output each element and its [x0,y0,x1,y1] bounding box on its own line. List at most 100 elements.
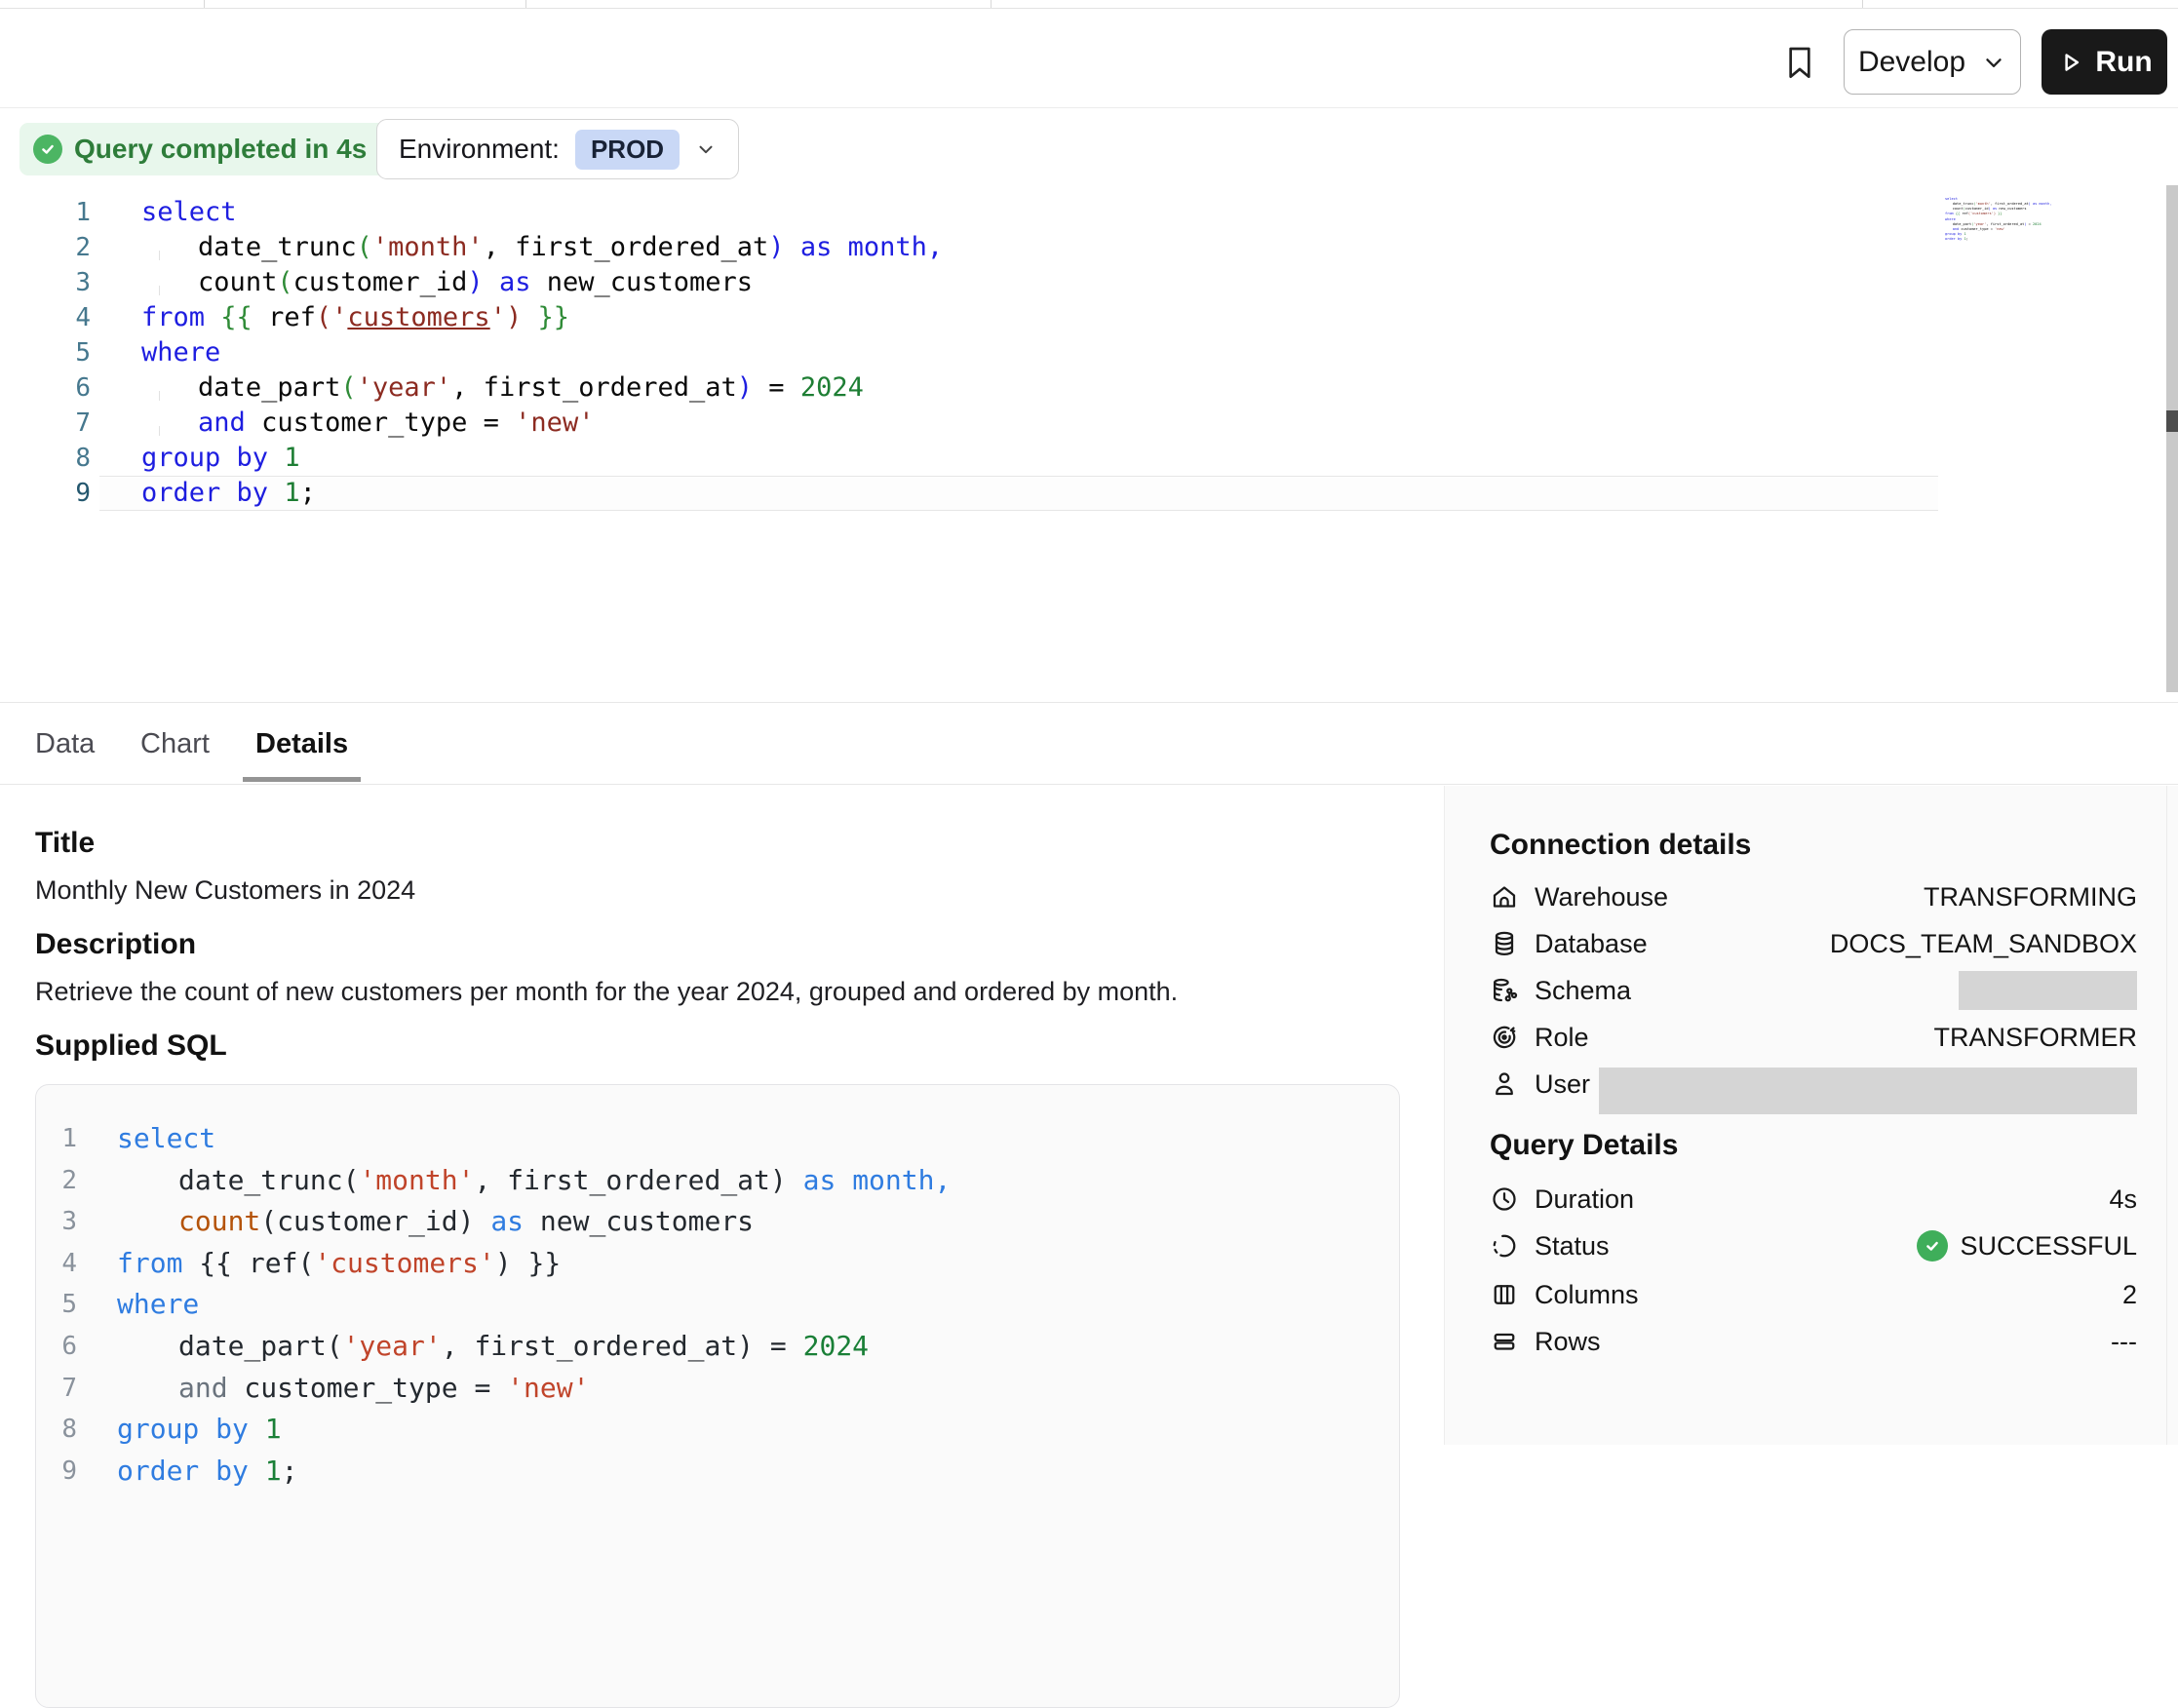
detail-row-duration: Duration 4s [1490,1176,2137,1223]
detail-row-rows: Rows--- [1490,1318,2137,1365]
chevron-down-icon [695,138,717,160]
detail-label: User [1535,1069,1590,1100]
code-line-9: 9order by 1; [36,1451,1399,1493]
detail-value: 4s [2109,1184,2137,1215]
chevron-down-icon [1981,50,2006,75]
environment-value-chip: PROD [575,130,680,170]
line-number: 9 [0,476,91,511]
line-number: 5 [36,1284,77,1326]
schema-icon [1490,976,1519,1005]
detail-value: 2 [2122,1280,2137,1310]
detail-row-status: Status SUCCESSFUL [1490,1223,2137,1269]
detail-row-schema: Schema [1490,967,2137,1014]
code-line-5: 5where [36,1284,1399,1326]
code-line-7: 7and customer_type = 'new' [36,1368,1399,1410]
code-line-8: 8group by 1 [36,1409,1399,1451]
line-number: 6 [0,370,91,406]
tab-details[interactable]: Details [255,719,348,768]
editor-scrollbar-thumb[interactable] [2166,410,2178,432]
line-number: 8 [36,1409,77,1451]
connection-details-heading: Connection details [1490,829,1751,862]
warehouse-icon [1490,882,1519,912]
detail-label: Role [1535,1023,1589,1053]
code-line-1: 1select [36,1118,1399,1160]
environment-dropdown[interactable]: Environment: PROD [376,119,739,179]
code-line-2: 2date_trunc('month', first_ordered_at) a… [0,230,2178,265]
query-status-text: Query completed in 4s [74,134,367,165]
columns-icon [1490,1280,1519,1309]
tabstrip-separator [204,0,205,8]
detail-value: --- [2111,1327,2137,1357]
line-number: 1 [36,1118,77,1160]
code-line-3: 3count(customer_id) as new_customers [36,1201,1399,1243]
detail-value: SUCCESSFUL [1960,1231,2137,1262]
line-number: 2 [36,1160,77,1202]
line-number: 4 [36,1243,77,1285]
supplied-sql-code-block: 1select2date_trunc('month', first_ordere… [35,1084,1400,1708]
line-number: 9 [36,1451,77,1493]
editor-minimap[interactable]: selectdate_trunc('month', first_ordered_… [1945,197,2060,242]
detail-row-user: User [1490,1061,2137,1107]
description-value: Retrieve the count of new customers per … [35,977,1178,1007]
tab-chart[interactable]: Chart [140,719,210,768]
status-icon [1490,1231,1519,1261]
description-heading: Description [35,928,196,961]
redacted-value-box [1959,971,2137,1010]
code-line-9: order by 1; [1945,237,2060,242]
run-button[interactable]: Run [2042,29,2167,95]
detail-label: Warehouse [1535,882,1668,912]
editor-scrollbar-track[interactable] [2166,185,2178,692]
line-number: 3 [0,265,91,300]
code-line-4: 4from {{ ref('customers') }} [36,1243,1399,1285]
status-value: SUCCESSFUL [1917,1230,2137,1262]
results-tabs-bar: Data Chart Details [0,702,2178,785]
develop-label: Develop [1858,46,1965,79]
detail-label: Schema [1535,976,1631,1006]
tab-data[interactable]: Data [35,719,95,768]
develop-dropdown-button[interactable]: Develop [1844,29,2021,95]
user-icon [1490,1069,1519,1099]
toolbar: Develop Run [0,9,2178,108]
ide-page: { "toolbar": { "develop_label": "Develop… [0,0,2178,1445]
database-icon [1490,929,1519,958]
line-number: 1 [0,195,91,230]
detail-row-database: DatabaseDOCS_TEAM_SANDBOX [1490,920,2137,967]
duration-icon [1490,1184,1519,1214]
play-icon [2056,48,2085,77]
detail-row-warehouse: WarehouseTRANSFORMING [1490,873,2137,920]
query-status-badge: Query completed in 4s [19,123,390,175]
code-line-3: 3count(customer_id) as new_customers [0,265,2178,300]
role-icon [1490,1023,1519,1052]
detail-label: Duration [1535,1184,1634,1215]
code-line-6: 6date_part('year', first_ordered_at) = 2… [0,370,2178,406]
code-line-9: 9order by 1; [0,476,2178,511]
line-number: 7 [0,406,91,441]
supplied-sql-heading: Supplied SQL [35,1029,227,1063]
line-number: 4 [0,300,91,335]
code-line-1: 1select [0,195,2178,230]
code-line-5: 5where [0,335,2178,370]
bookmark-icon [1784,43,1815,82]
detail-label: Columns [1535,1280,1639,1310]
run-label: Run [2095,46,2152,79]
code-line-4: 4from {{ ref('customers') }} [0,300,2178,335]
detail-label: Database [1535,929,1648,959]
panel-scroll-edge [2166,786,2167,1445]
detail-row-role: Role TRANSFORMER [1490,1014,2137,1061]
code-line-7: 7and customer_type = 'new' [0,406,2178,441]
rows-icon [1490,1327,1519,1356]
detail-label: Status [1535,1231,1610,1262]
tabstrip-separator [991,0,992,8]
code-line-2: 2date_trunc('month', first_ordered_at) a… [36,1160,1399,1202]
sql-editor[interactable]: 1select2date_trunc('month', first_ordere… [0,195,2178,511]
line-number: 8 [0,441,91,476]
title-heading: Title [35,827,95,860]
environment-label: Environment: [399,134,560,165]
bookmark-button[interactable] [1778,38,1821,87]
check-circle-icon [33,135,62,164]
code-line-6: 6date_part('year', first_ordered_at) = 2… [36,1326,1399,1368]
detail-value: TRANSFORMER [1934,1023,2138,1053]
line-number: 2 [0,230,91,265]
browser-tabstrip [0,0,2178,9]
tabstrip-separator [1862,0,1863,8]
